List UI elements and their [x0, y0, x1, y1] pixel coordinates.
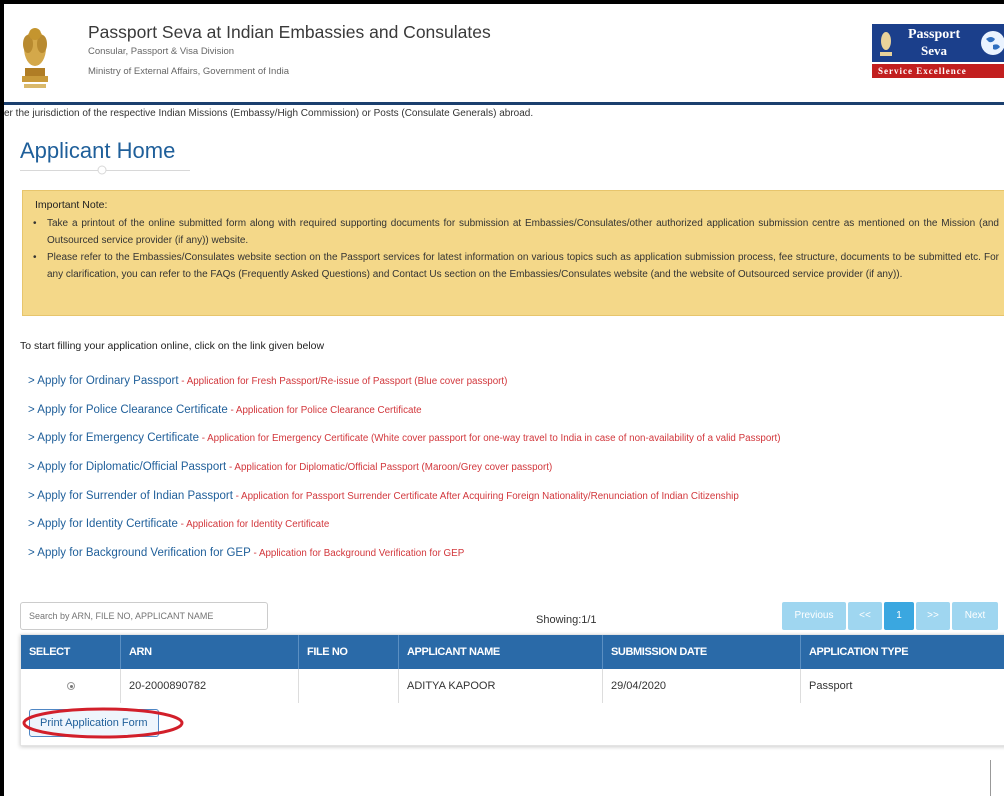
submission-date-cell: 29/04/2020 — [603, 669, 801, 703]
apply-background-verification-link[interactable]: > Apply for Background Verification for … — [28, 547, 781, 576]
search-input[interactable] — [20, 602, 268, 630]
showing-count: Showing:1/1 — [536, 614, 597, 626]
globe-icon — [981, 31, 1004, 55]
applicant-name-cell: ADITYA KAPOOR — [399, 669, 603, 703]
application-links: > Apply for Ordinary Passport - Applicat… — [28, 375, 781, 576]
column-header-select[interactable]: SELECT — [21, 635, 121, 669]
important-note-box: Important Note: • Take a printout of the… — [22, 190, 1004, 316]
column-header-application-type[interactable]: APPLICATION TYPE — [801, 635, 1004, 669]
column-header-submission-date[interactable]: SUBMISSION DATE — [603, 635, 801, 669]
column-header-applicant-name[interactable]: APPLICANT NAME — [399, 635, 603, 669]
logo-tagline: Service Excellence — [872, 64, 1004, 78]
column-header-arn[interactable]: ARN — [121, 635, 299, 669]
applications-table: SELECT ARN FILE NO APPLICANT NAME SUBMIS… — [20, 634, 1004, 746]
title-ornament-icon — [97, 165, 107, 175]
first-page-button[interactable]: << — [848, 602, 882, 630]
apply-emergency-certificate-link[interactable]: > Apply for Emergency Certificate - Appl… — [28, 432, 781, 461]
apply-surrender-passport-link[interactable]: > Apply for Surrender of Indian Passport… — [28, 490, 781, 519]
column-header-file-no[interactable]: FILE NO — [299, 635, 399, 669]
file-no-cell — [299, 669, 399, 703]
arn-cell: 20-2000890782 — [121, 669, 299, 703]
print-application-form-button[interactable]: Print Application Form — [29, 709, 159, 737]
apply-diplomatic-passport-link[interactable]: > Apply for Diplomatic/Official Passport… — [28, 461, 781, 490]
logo-emblem-icon — [880, 32, 892, 56]
start-instructions: To start filling your application online… — [20, 340, 325, 352]
next-page-button[interactable]: Next — [952, 602, 998, 630]
scrolling-notice: er the jurisdiction of the respective In… — [4, 108, 534, 119]
national-emblem-icon — [22, 28, 48, 88]
logo-text-seva: Seva — [921, 43, 947, 58]
pagination: Previous << 1 >> Next — [782, 602, 998, 630]
site-subtitle-ministry: Ministry of External Affairs, Government… — [88, 66, 289, 77]
previous-page-button[interactable]: Previous — [782, 602, 846, 630]
select-cell — [21, 669, 121, 703]
site-title: Passport Seva at Indian Embassies and Co… — [88, 22, 491, 42]
page-title: Applicant Home — [20, 138, 176, 163]
select-radio[interactable] — [67, 682, 75, 690]
note-item: • Please refer to the Embassies/Consulat… — [33, 252, 999, 280]
page: Passport Seva at Indian Embassies and Co… — [4, 4, 1004, 796]
site-header: Passport Seva at Indian Embassies and Co… — [4, 4, 1004, 105]
application-type-cell: Passport — [809, 680, 853, 692]
last-page-button[interactable]: >> — [916, 602, 950, 630]
page-1-button[interactable]: 1 — [884, 602, 914, 630]
site-subtitle-division: Consular, Passport & Visa Division — [88, 46, 235, 57]
apply-police-clearance-link[interactable]: > Apply for Police Clearance Certificate… — [28, 404, 781, 433]
apply-identity-certificate-link[interactable]: > Apply for Identity Certificate - Appli… — [28, 518, 781, 547]
apply-ordinary-passport-link[interactable]: > Apply for Ordinary Passport - Applicat… — [28, 375, 781, 404]
table-row[interactable]: 20-2000890782 ADITYA KAPOOR 29/04/2020 P… — [21, 669, 1004, 703]
note-item: • Take a printout of the online submitte… — [33, 218, 999, 246]
logo-text-passport: Passport — [908, 27, 961, 42]
table-header: SELECT ARN FILE NO APPLICANT NAME SUBMIS… — [21, 635, 1004, 669]
passport-seva-logo[interactable]: Passport Seva Service Excellence — [872, 24, 1004, 78]
scroll-divider — [990, 760, 991, 796]
important-note-heading: Important Note: — [35, 199, 108, 211]
